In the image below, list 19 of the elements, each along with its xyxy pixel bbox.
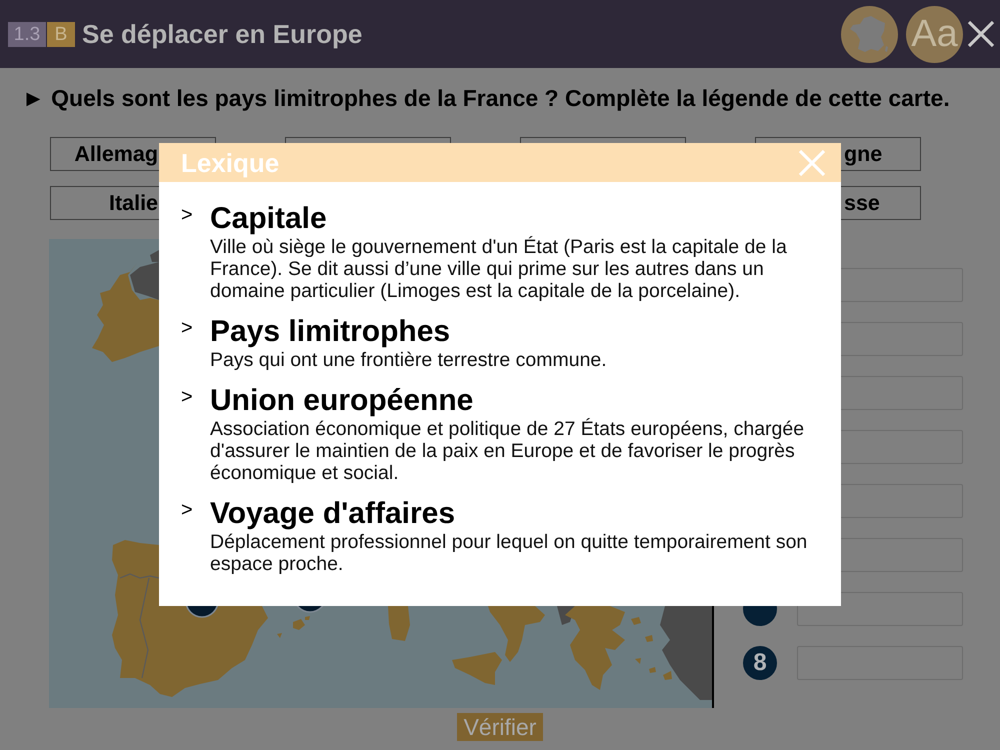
entry-marker: > (181, 498, 194, 523)
page-title: Se déplacer en Europe (82, 21, 362, 47)
lexicon-definition: Association économique et politique de 27 États européens, chargée d'assurer le maintien de la paix en Europe et de favoriser le progrès économique et social. (210, 418, 806, 484)
section-badge: 1.3 (8, 22, 46, 46)
entry-marker: > (181, 385, 194, 410)
lexicon-definition: Ville où siège le gouvernement d'un État (Paris est la capitale de la France). Se dit aussi d’une ville qui prime sur les autres dans un domaine particulier (Limoges est la capitale de la porcelaine). (210, 236, 788, 302)
lexicon-definition: Pays qui ont une frontière terrestre commune. (210, 349, 608, 371)
france-map-icon[interactable] (841, 6, 898, 62)
lexicon-definition: Déplacement professionnel pour lequel on quitte temporairement son espace proche. (210, 531, 808, 575)
map-marker-icon (185, 606, 219, 618)
level-badge: B (47, 22, 75, 46)
lexicon-term: Union européenne (210, 384, 474, 418)
legend-number: 8 (743, 646, 777, 680)
entry-marker: > (181, 316, 194, 341)
lexicon-term: Voyage d'affaires (210, 497, 456, 531)
legend-marker-icon (743, 606, 777, 626)
close-icon[interactable] (967, 20, 995, 48)
question-text: ► Quels sont les pays limitrophes de la France ? Complète la légende de cette carte. (21, 84, 951, 112)
lexicon-term: Pays limitrophes (210, 315, 452, 349)
